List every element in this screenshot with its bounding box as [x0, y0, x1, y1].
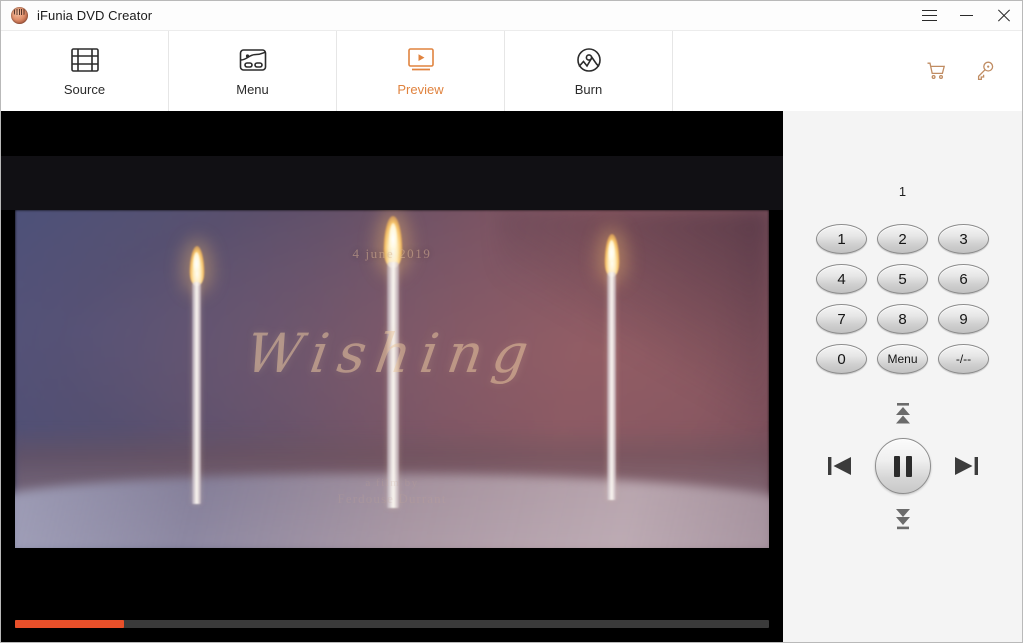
letterbox-top	[1, 111, 783, 156]
key-4[interactable]: 4	[816, 264, 867, 294]
next-track-icon[interactable]	[949, 449, 983, 483]
pause-icon[interactable]	[874, 438, 931, 494]
cart-icon[interactable]	[925, 60, 947, 82]
remote-display: 1	[898, 184, 907, 199]
progress-track	[15, 620, 769, 628]
progress-bar[interactable]	[15, 620, 769, 628]
key-6[interactable]: 6	[938, 264, 989, 294]
tab-menu[interactable]: Menu	[169, 31, 337, 111]
key-9[interactable]: 9	[938, 304, 989, 334]
minimize-button[interactable]	[948, 1, 985, 30]
tab-burn-label: Burn	[574, 82, 603, 97]
transport-controls	[823, 400, 983, 532]
key-2[interactable]: 2	[877, 224, 928, 254]
key-menu[interactable]: Menu	[877, 344, 928, 374]
key-dash[interactable]: -/--	[938, 344, 989, 374]
transport-row-main	[823, 438, 983, 494]
window-controls	[911, 1, 1022, 30]
key-7[interactable]: 7	[816, 304, 867, 334]
tab-burn[interactable]: Burn	[505, 31, 673, 111]
key-8[interactable]: 8	[877, 304, 928, 334]
key-icon[interactable]	[974, 60, 996, 82]
candle-left	[189, 246, 204, 504]
video-player: 4 june 2019 Wishing a film by Ferdouse D…	[1, 111, 783, 642]
transport-row-up	[886, 400, 920, 434]
skip-up-icon[interactable]	[886, 400, 920, 434]
tab-preview[interactable]: Preview	[337, 31, 505, 111]
remote-control-panel: 1 1 2 3 4 5 6 7 8 9 0 Menu -/--	[783, 111, 1022, 642]
key-1[interactable]: 1	[816, 224, 867, 254]
app-logo-icon	[11, 7, 28, 24]
dvd-menu-icon	[236, 45, 270, 75]
previous-track-icon[interactable]	[823, 449, 857, 483]
menu-button[interactable]	[911, 1, 948, 30]
skip-down-icon[interactable]	[886, 498, 920, 532]
close-button[interactable]	[985, 1, 1022, 30]
hamburger-icon	[922, 10, 937, 21]
toolbar-right-actions	[673, 31, 1022, 111]
film-strip-icon	[68, 45, 102, 75]
window-title: iFunia DVD Creator	[37, 8, 153, 23]
title-bar: iFunia DVD Creator	[1, 1, 1022, 30]
minimize-icon	[960, 15, 973, 16]
video-frame[interactable]: 4 june 2019 Wishing a film by Ferdouse D…	[15, 210, 769, 548]
key-0[interactable]: 0	[816, 344, 867, 374]
remote-keypad: 1 2 3 4 5 6 7 8 9 0 Menu -/--	[811, 224, 994, 374]
video-wall-shadow	[497, 210, 769, 420]
tab-source[interactable]: Source	[1, 31, 169, 111]
tab-menu-label: Menu	[236, 82, 269, 97]
close-icon	[997, 8, 1011, 23]
burn-disc-icon	[572, 45, 606, 75]
app-window: iFunia DVD Creator Source Menu Preview B…	[0, 0, 1023, 643]
key-5[interactable]: 5	[877, 264, 928, 294]
progress-fill	[15, 620, 125, 628]
tab-source-label: Source	[63, 82, 106, 97]
candle-middle	[383, 216, 403, 508]
main-toolbar: Source Menu Preview Burn	[1, 30, 1022, 111]
content-area: 4 june 2019 Wishing a film by Ferdouse D…	[1, 111, 1022, 642]
key-3[interactable]: 3	[938, 224, 989, 254]
tab-preview-label: Preview	[397, 82, 444, 97]
transport-row-down	[886, 498, 920, 532]
monitor-play-icon	[404, 45, 438, 75]
candle-right	[604, 234, 619, 500]
letterbox-upper-fade	[1, 156, 783, 210]
